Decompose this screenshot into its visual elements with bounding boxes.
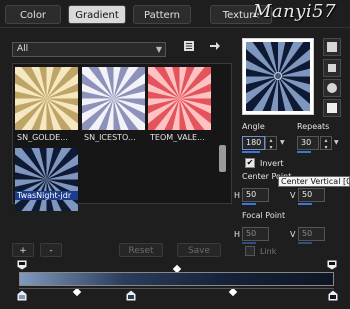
focal-h-input[interactable]: 50 [242, 227, 269, 241]
tooltip: Center Vertical [0 [278, 176, 350, 187]
watermark: Manyi57 [253, 1, 337, 22]
angle-slider[interactable] [242, 151, 260, 153]
angle-label: Angle [242, 122, 265, 131]
angle-input[interactable]: 180 [242, 136, 265, 150]
angle-stepper[interactable]: ▴ ▾ [265, 136, 277, 151]
thumb-label: SN_GOLDE... [17, 133, 68, 142]
angle-value: 180 [246, 138, 262, 147]
tab-color[interactable]: Color [5, 5, 61, 24]
focal-point-label: Focal Point [242, 211, 286, 220]
focal-v-input[interactable]: 50 [298, 227, 325, 241]
repeats-slider-arrow[interactable]: ▼ [334, 139, 339, 146]
focal-h-label: H [234, 230, 241, 239]
invert-checkbox[interactable]: ✔ [245, 158, 255, 168]
center-v-input[interactable]: 50 [298, 188, 325, 202]
checkmark-icon: ✔ [246, 158, 254, 167]
category-select-value: All [17, 44, 29, 54]
gradient-thumb-icestorm[interactable] [53, 38, 174, 159]
focal-v-label: V [290, 230, 296, 239]
stop-track [19, 288, 334, 289]
focal-v-value: 50 [302, 229, 313, 238]
repeats-input[interactable]: 30 [297, 136, 319, 150]
center-v-slider[interactable] [298, 203, 312, 205]
shape-linear-button[interactable] [323, 38, 341, 56]
repeats-stepper[interactable]: ▴ ▾ [320, 136, 332, 151]
repeats-slider[interactable] [297, 151, 311, 153]
tab-pattern[interactable]: Pattern [133, 5, 191, 24]
library-icon[interactable] [181, 40, 197, 56]
shape-sunburst-button[interactable] [323, 99, 341, 117]
color-stop[interactable] [327, 289, 339, 302]
shape-radial-button[interactable] [323, 79, 341, 97]
angle-slider-arrow[interactable]: ▼ [280, 139, 285, 146]
invert-label: Invert [260, 159, 284, 168]
gallery-scrollbar[interactable] [218, 66, 228, 202]
gradient-thumb-twasnight[interactable] [0, 119, 107, 240]
center-v-label: V [290, 191, 296, 200]
focal-h-value: 50 [246, 229, 257, 238]
reset-button[interactable]: Reset [119, 243, 163, 257]
gradient-bar[interactable] [19, 272, 334, 286]
opacity-stop-left[interactable] [16, 259, 28, 271]
center-h-label: H [234, 191, 241, 200]
focal-h-slider[interactable] [242, 242, 256, 244]
focal-v-slider[interactable] [298, 242, 312, 244]
color-midpoint[interactable] [72, 287, 82, 297]
gradient-thumb-golden[interactable] [0, 38, 107, 159]
repeats-label: Repeats [297, 122, 330, 131]
save-button[interactable]: Save [177, 243, 221, 257]
arrow-right-icon[interactable] [207, 40, 223, 56]
thumb-label: TEOM_VALE... [150, 133, 205, 142]
link-checkbox[interactable] [245, 246, 255, 256]
thumb-label: SN_ICESTO... [84, 133, 136, 142]
center-h-slider[interactable] [242, 203, 256, 205]
link-label: Link [260, 247, 277, 256]
center-v-value: 50 [302, 190, 313, 199]
center-marker[interactable] [274, 72, 282, 80]
gradient-thumb-valentine[interactable] [119, 38, 240, 159]
center-h-input[interactable]: 50 [242, 188, 269, 202]
shape-rectangular-button[interactable] [323, 59, 341, 77]
chevron-down-icon: ▼ [155, 45, 162, 54]
add-button[interactable]: + [12, 243, 34, 257]
category-select[interactable]: All ▼ [12, 42, 166, 57]
repeats-value: 30 [301, 138, 312, 147]
opacity-stop-right[interactable] [326, 259, 338, 271]
color-midpoint[interactable] [228, 287, 238, 297]
scrollbar-thumb[interactable] [219, 145, 226, 172]
thumb-label-selected: TwasNight-jdr [15, 191, 78, 200]
tab-divider [0, 27, 350, 28]
center-h-value: 50 [246, 190, 257, 199]
tab-gradient[interactable]: Gradient [68, 5, 126, 24]
color-stop[interactable] [125, 289, 137, 302]
remove-button[interactable]: - [40, 243, 62, 257]
color-stop[interactable] [16, 289, 28, 302]
